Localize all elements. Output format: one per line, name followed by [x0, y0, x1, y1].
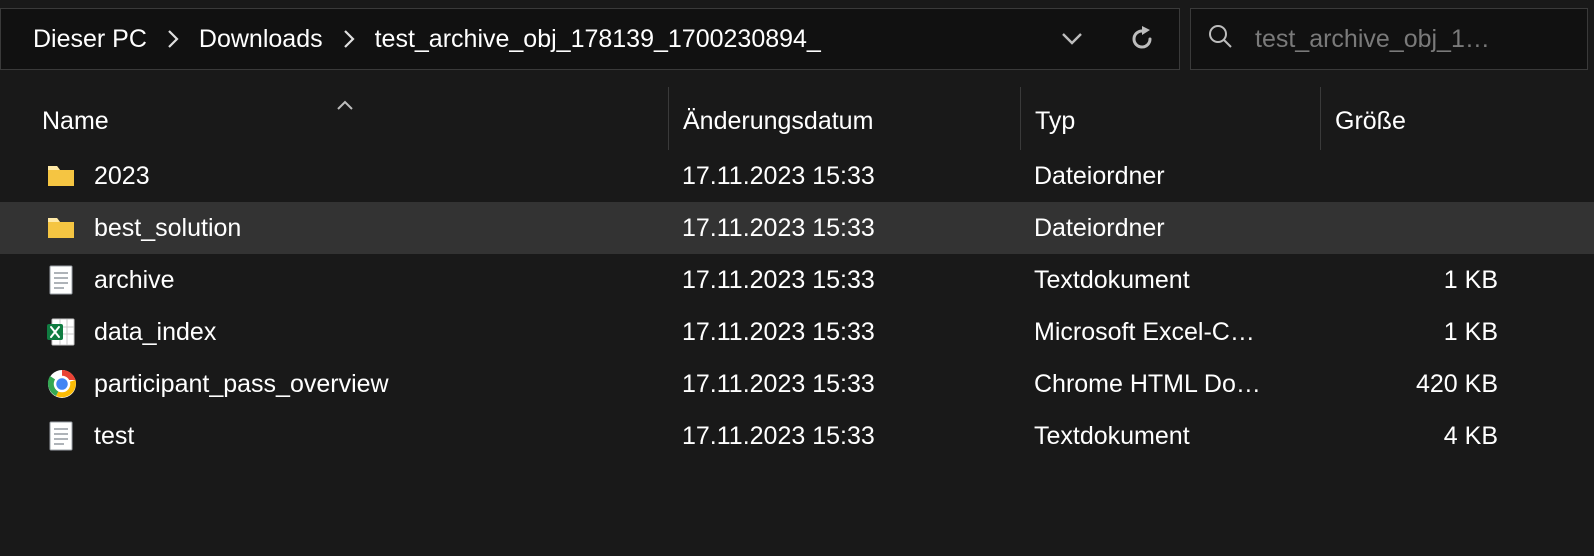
file-type: Microsoft Excel-C…: [1020, 318, 1320, 347]
file-date: 17.11.2023 15:33: [668, 214, 1020, 243]
column-headers: Name Änderungsdatum Typ Größe: [0, 78, 1594, 150]
sort-ascending-icon: [336, 89, 354, 118]
file-size: 420 KB: [1320, 370, 1594, 399]
address-bar[interactable]: Dieser PC Downloads test_archive_obj_178…: [0, 8, 1180, 70]
address-controls: [1037, 22, 1165, 56]
file-list: 202317.11.2023 15:33Dateiordnerbest_solu…: [0, 150, 1594, 462]
file-name: best_solution: [94, 214, 241, 243]
refresh-button[interactable]: [1125, 22, 1159, 56]
history-dropdown-button[interactable]: [1055, 22, 1089, 56]
chevron-right-icon: [153, 29, 193, 49]
column-header-size[interactable]: Größe: [1320, 87, 1594, 150]
breadcrumb-item[interactable]: test_archive_obj_178139_1700230894_: [369, 21, 827, 58]
column-header-label: Änderungsdatum: [683, 107, 873, 135]
column-header-name[interactable]: Name: [0, 87, 668, 150]
folder-icon: [46, 211, 76, 245]
search-placeholder: test_archive_obj_1…: [1255, 25, 1571, 54]
file-row[interactable]: archive 17.11.2023 15:33Textdokument1 KB: [0, 254, 1594, 306]
file-type: Chrome HTML Do…: [1020, 370, 1320, 399]
column-header-type[interactable]: Typ: [1020, 87, 1320, 150]
file-type: Textdokument: [1020, 422, 1320, 451]
file-date: 17.11.2023 15:33: [668, 422, 1020, 451]
file-name: test: [94, 422, 134, 451]
excel-file-icon: [46, 315, 76, 349]
file-name: 2023: [94, 162, 150, 191]
column-header-date[interactable]: Änderungsdatum: [668, 87, 1020, 150]
text-file-icon: [46, 263, 76, 297]
file-size: 1 KB: [1320, 318, 1594, 347]
text-file-icon: [46, 419, 76, 453]
breadcrumb-item[interactable]: Downloads: [193, 21, 329, 58]
file-name: data_index: [94, 318, 216, 347]
search-box[interactable]: test_archive_obj_1…: [1190, 8, 1588, 70]
file-date: 17.11.2023 15:33: [668, 370, 1020, 399]
file-size: 1 KB: [1320, 266, 1594, 295]
file-type: Dateiordner: [1020, 162, 1320, 191]
breadcrumb-item[interactable]: Dieser PC: [27, 21, 153, 58]
file-date: 17.11.2023 15:33: [668, 318, 1020, 347]
file-type: Dateiordner: [1020, 214, 1320, 243]
file-date: 17.11.2023 15:33: [668, 266, 1020, 295]
file-row[interactable]: 2023 17.11.2023 15:33Dateiordner: [0, 150, 1594, 202]
file-row[interactable]: best_solution 17.11.2023 15:33Dateiordner: [0, 202, 1594, 254]
file-name: participant_pass_overview: [94, 370, 389, 399]
file-date: 17.11.2023 15:33: [668, 162, 1020, 191]
breadcrumb: Dieser PC Downloads test_archive_obj_178…: [9, 21, 1037, 58]
file-row[interactable]: data_index 17.11.2023 15:33Microsoft Exce…: [0, 306, 1594, 358]
folder-icon: [46, 159, 76, 193]
column-header-label: Name: [42, 107, 109, 135]
file-row[interactable]: participant_pass_overview 17.11.2023 15:3…: [0, 358, 1594, 410]
chrome-file-icon: [46, 367, 76, 401]
column-header-label: Größe: [1335, 107, 1406, 135]
top-bar: Dieser PC Downloads test_archive_obj_178…: [0, 0, 1594, 78]
file-type: Textdokument: [1020, 266, 1320, 295]
chevron-right-icon: [329, 29, 369, 49]
column-header-label: Typ: [1035, 107, 1075, 135]
file-size: 4 KB: [1320, 422, 1594, 451]
file-name: archive: [94, 266, 175, 295]
search-icon: [1207, 23, 1233, 56]
file-row[interactable]: test 17.11.2023 15:33Textdokument4 KB: [0, 410, 1594, 462]
